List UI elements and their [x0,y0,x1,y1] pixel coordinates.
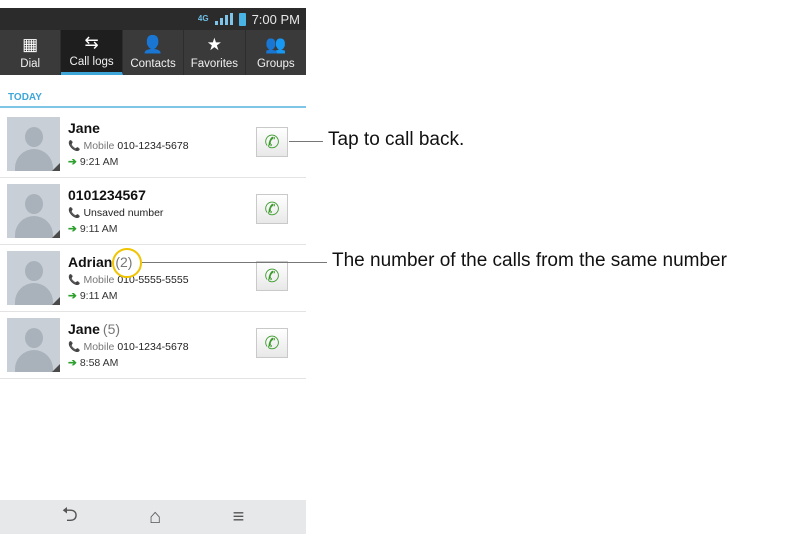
callout-call-count: The number of the calls from the same nu… [332,250,727,271]
person-icon: 👤 [142,34,164,54]
call-back-button[interactable]: ✆ [256,194,288,224]
section-header: TODAY [0,88,306,108]
avatar [7,318,60,372]
tab-label: Contacts [130,57,176,70]
phone-icon: ✆ [264,198,280,219]
phone-number: 010-1234-5678 [117,140,189,152]
phone-icon: ✆ [264,131,280,152]
call-log-row[interactable]: Jane 📞 Mobile 010-1234-5678 ➔ 9:21 AM ✆ [0,111,306,178]
section-label: TODAY [8,92,42,103]
call-log-list: Jane 📞 Mobile 010-1234-5678 ➔ 9:21 AM ✆ 01… [0,111,306,379]
status-bar: 4G 7:00 PM [0,8,306,30]
tab-label: Favorites [190,57,239,70]
number-line: 📞 Mobile 010-1234-5678 [68,140,189,152]
number-type: Unsaved number [83,207,164,219]
call-time: 9:11 AM [79,223,118,235]
navigation-bar: ⮌ ⌂ ≡ [0,500,306,534]
phone-screen: 4G 7:00 PM ▦ Dial ⇆ Call logs 👤 Contacts… [0,0,306,534]
phone-icon: 📞 [68,208,81,219]
tab-label: Call logs [69,56,114,68]
tab-dial[interactable]: ▦ Dial [0,30,62,75]
call-log-row[interactable]: Adrian (2) 📞 Mobile 010-5555-5555 ➔ 9:11 AM… [0,245,306,312]
tab-groups[interactable]: 👥 Groups [246,30,306,75]
call-back-button[interactable]: ✆ [256,328,288,358]
back-icon[interactable]: ⮌ [62,500,78,534]
outgoing-arrow-icon: ➔ [68,357,77,369]
number-line: 📞 Mobile 010-1234-5678 [68,341,189,353]
callout-line-call-count [142,262,327,263]
phone-icon: 📞 [68,141,81,152]
tab-bar: ▦ Dial ⇆ Call logs 👤 Contacts ★ Favorite… [0,30,306,75]
star-icon: ★ [206,34,223,54]
call-time: 8:58 AM [79,357,119,369]
group-icon: 👥 [265,34,287,54]
phone-icon: 📞 [68,275,81,286]
contact-name: Jane [68,120,100,136]
number-type: Mobile [83,274,115,286]
network-type: 4G [197,14,209,23]
call-log-row[interactable]: 0101234567 📞 Unsaved number ➔ 9:11 AM ✆ [0,178,306,245]
phone-icon: ✆ [264,265,280,286]
tab-favorites[interactable]: ★ Favorites [184,30,246,75]
call-back-button[interactable]: ✆ [256,261,288,291]
call-time: 9:21 AM [79,156,119,168]
tab-label: Groups [256,57,295,70]
call-log-row[interactable]: Jane (5) 📞 Mobile 010-1234-5678 ➔ 8:58 AM ✆ [0,312,306,379]
menu-icon[interactable]: ≡ [233,506,245,529]
number-type: Mobile [83,140,115,152]
tab-call-logs[interactable]: ⇆ Call logs [61,30,123,75]
time-line: ➔ 9:11 AM [68,223,118,235]
home-icon[interactable]: ⌂ [149,506,161,529]
callout-call-back: Tap to call back. [328,129,465,150]
time-line: ➔ 9:11 AM [68,290,118,302]
outgoing-arrow-icon: ➔ [68,290,77,302]
avatar [7,184,60,238]
tab-contacts[interactable]: 👤 Contacts [123,30,185,75]
call-logs-icon: ⇆ [84,33,99,52]
callout-line-call-back [289,141,323,142]
call-time: 9:11 AM [79,290,118,302]
call-back-button[interactable]: ✆ [256,127,288,157]
avatar [7,251,60,305]
contact-name: Jane (5) [68,321,121,337]
outgoing-arrow-icon: ➔ [68,156,77,168]
phone-number: 010-1234-5678 [117,341,189,353]
avatar [7,117,60,171]
keypad-icon: ▦ [22,34,39,54]
tab-label: Dial [20,57,41,70]
outgoing-arrow-icon: ➔ [68,223,77,235]
call-count: (5) [102,321,121,337]
signal-icon [214,13,233,25]
battery-icon [238,12,246,26]
contact-name: 0101234567 [68,187,146,203]
number-type: Mobile [83,341,115,353]
time-line: ➔ 9:21 AM [68,156,118,168]
time-line: ➔ 8:58 AM [68,357,118,369]
phone-icon: ✆ [264,332,280,353]
number-line: 📞 Unsaved number [68,207,163,219]
call-count-highlight [112,248,142,278]
phone-icon: 📞 [68,342,81,353]
clock: 7:00 PM [251,11,300,27]
